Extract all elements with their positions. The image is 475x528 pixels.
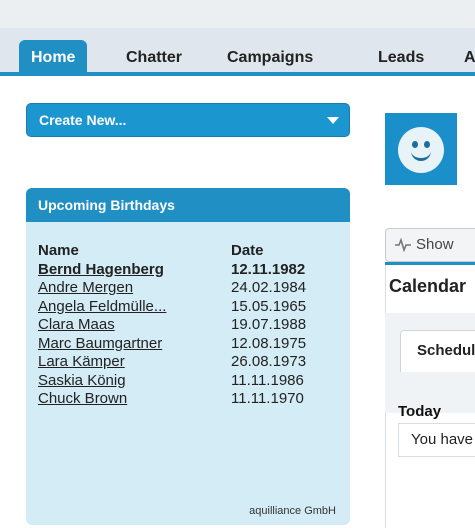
table-row: Andre Mergen 24.02.1984 bbox=[38, 279, 338, 298]
table-row: Chuck Brown 11.11.1970 bbox=[38, 390, 338, 409]
chevron-down-icon bbox=[327, 117, 339, 124]
contact-link[interactable]: Lara Kämper bbox=[38, 353, 125, 370]
contact-link[interactable]: Bernd Hagenberg bbox=[38, 261, 164, 278]
smiley-avatar-icon bbox=[398, 127, 444, 173]
contact-link[interactable]: Andre Mergen bbox=[38, 279, 133, 296]
birthday-date: 12.11.1982 bbox=[231, 260, 306, 278]
birthday-date: 11.11.1986 bbox=[231, 371, 304, 389]
birthday-date: 24.02.1984 bbox=[231, 279, 307, 296]
tab-accounts-partial[interactable]: A bbox=[464, 40, 475, 76]
today-message: You have bbox=[398, 423, 475, 457]
create-new-label: Create New... bbox=[39, 112, 127, 128]
contact-link[interactable]: Chuck Brown bbox=[38, 390, 127, 407]
table-row: Clara Maas 19.07.1988 bbox=[38, 316, 338, 335]
contact-link[interactable]: Angela Feldmülle... bbox=[38, 298, 166, 315]
create-new-dropdown[interactable]: Create New... bbox=[26, 103, 350, 137]
widget-credit: aquilliance GmbH bbox=[249, 505, 336, 517]
birthdays-panel: Name Date Bernd Hagenberg 12.11.1982 And… bbox=[26, 222, 350, 525]
table-row: Marc Baumgartner 12.08.1975 bbox=[38, 335, 338, 354]
tab-home[interactable]: Home bbox=[19, 40, 88, 76]
pulse-icon bbox=[395, 238, 411, 252]
tab-schedule[interactable]: Schedule bbox=[400, 330, 475, 372]
birthday-date: 11.11.1970 bbox=[231, 390, 304, 407]
today-heading: Today bbox=[398, 403, 442, 420]
user-avatar[interactable] bbox=[385, 113, 457, 185]
tab-campaigns[interactable]: Campaigns bbox=[227, 40, 313, 76]
show-feed-button[interactable]: Show bbox=[385, 228, 475, 262]
column-header-date: Date bbox=[231, 242, 264, 259]
contact-link[interactable]: Clara Maas bbox=[38, 316, 115, 333]
show-feed-label: Show bbox=[416, 236, 454, 253]
birthdays-header: Upcoming Birthdays bbox=[26, 188, 350, 222]
table-row: Saskia König 11.11.1986 bbox=[38, 372, 338, 391]
tab-leads[interactable]: Leads bbox=[378, 40, 424, 76]
contact-link[interactable]: Saskia König bbox=[38, 372, 126, 389]
column-header-name: Name bbox=[38, 242, 79, 259]
contact-link[interactable]: Marc Baumgartner bbox=[38, 335, 162, 352]
tab-bar: Home Chatter Campaigns Leads A bbox=[0, 28, 475, 76]
top-band bbox=[0, 0, 475, 28]
table-header-row: Name Date bbox=[38, 242, 338, 261]
table-row: Angela Feldmülle... 15.05.1965 bbox=[38, 298, 338, 317]
birthdays-title: Upcoming Birthdays bbox=[38, 197, 175, 213]
calendar-accent-bar bbox=[385, 262, 475, 265]
calendar-title: Calendar bbox=[389, 276, 467, 296]
table-row: Lara Kämper 26.08.1973 bbox=[38, 353, 338, 372]
birthday-date: 15.05.1965 bbox=[231, 297, 307, 315]
birthday-date: 19.07.1988 bbox=[231, 316, 307, 333]
birthday-date: 12.08.1975 bbox=[231, 334, 307, 352]
tab-chatter[interactable]: Chatter bbox=[126, 40, 182, 76]
birthday-date: 26.08.1973 bbox=[231, 353, 307, 370]
birthdays-table: Name Date Bernd Hagenberg 12.11.1982 And… bbox=[38, 242, 338, 409]
table-row: Bernd Hagenberg 12.11.1982 bbox=[38, 261, 338, 280]
